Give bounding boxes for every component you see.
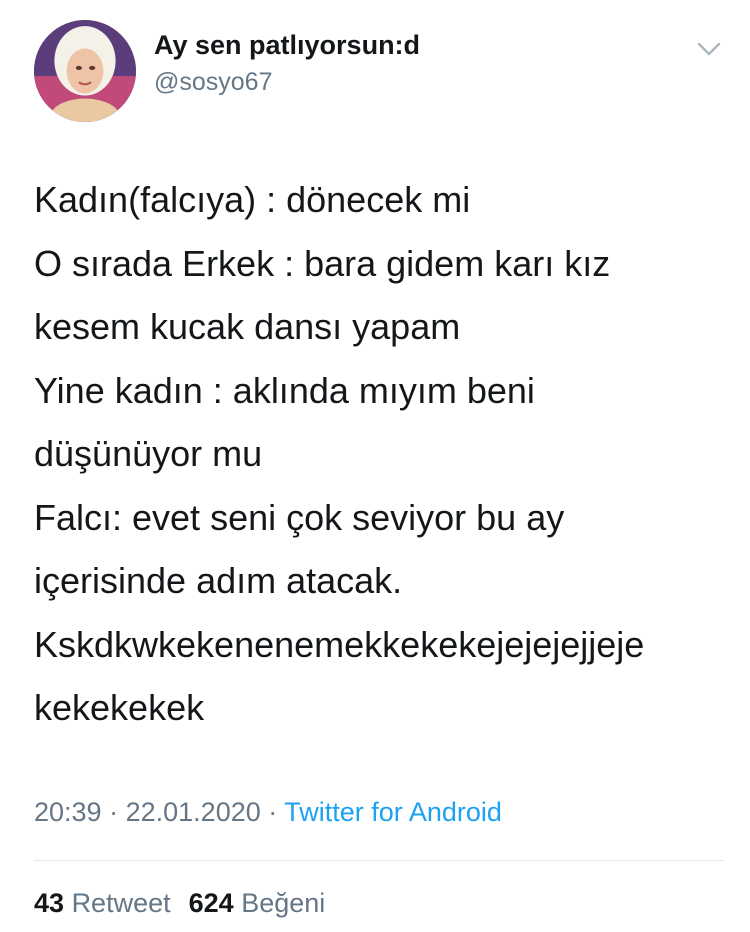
avatar-image <box>34 20 136 122</box>
author-handle[interactable]: @sosyo67 <box>154 68 273 97</box>
avatar[interactable] <box>34 20 136 122</box>
tweet-source-link[interactable]: Twitter for Android <box>284 797 502 827</box>
retweet-stat[interactable]: 43 Retweet <box>34 888 171 918</box>
tweet-text: Kadın(falcıya) : dönecek mi O sırada Erk… <box>34 168 724 740</box>
meta-separator: · <box>268 797 278 827</box>
tweet-text-line: Falcı: evet seni çok seviyor bu ay <box>34 496 565 538</box>
tweet-time[interactable]: 20:39 <box>34 797 102 827</box>
meta-separator: · <box>109 797 119 827</box>
tweet-text-line: Kadın(falcıya) : dönecek mi <box>34 179 471 220</box>
author-display-name[interactable]: Ay sen patlıyorsun:d <box>154 30 420 61</box>
tweet-text-line: Yine kadın : aklında mıyım beni <box>34 369 535 411</box>
tweet-meta: 20:39 · 22.01.2020 · Twitter for Android <box>34 797 502 828</box>
retweet-count: 43 <box>34 888 65 918</box>
like-count: 624 <box>188 888 234 918</box>
tweet-text-line: düşünüyor mu <box>34 433 263 474</box>
retweet-label: Retweet <box>71 888 171 918</box>
chevron-down-icon[interactable] <box>694 34 724 64</box>
tweet-text-line: O sırada Erkek : bara gidem karı kız <box>34 242 611 284</box>
tweet-stats: 43 Retweet 624 Beğeni <box>34 888 325 919</box>
divider <box>34 860 724 861</box>
tweet-text-line: kesem kucak dansı yapam <box>34 306 461 347</box>
tweet-text-line: kekekekek <box>34 687 205 728</box>
like-label: Beğeni <box>241 888 326 918</box>
tweet-text-line: Kskdkwkekenenemekkekekejejejejjeje <box>34 623 645 665</box>
tweet-text-line: içerisinde adım atacak. <box>34 560 403 601</box>
like-stat[interactable]: 624 Beğeni <box>189 888 326 918</box>
tweet-date[interactable]: 22.01.2020 <box>126 797 261 827</box>
